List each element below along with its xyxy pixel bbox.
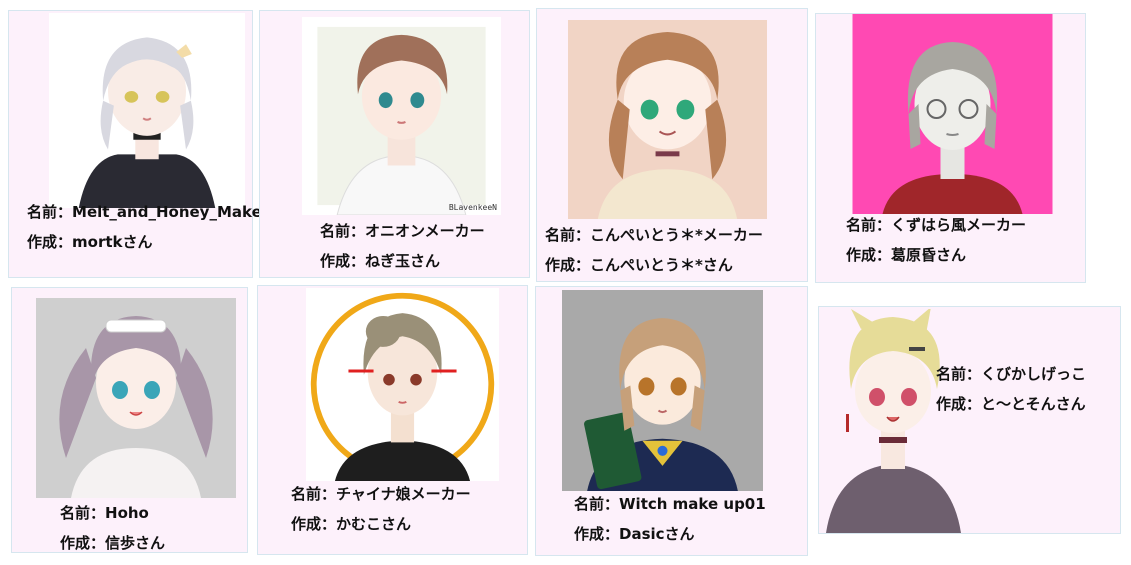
character-portrait: BLavenkeeN [302, 17, 501, 215]
maker-author: 作成：信歩さん [60, 534, 166, 552]
maker-card-7[interactable]: 名前：Witch make up01 作成：Dasicさん [535, 286, 808, 556]
maker-author: 作成：と～とそんさん [936, 395, 1086, 413]
maker-name: 名前：くずはら風メーカー [846, 216, 1027, 234]
maker-author: 作成：葛原昏さん [846, 246, 967, 264]
maker-card-1[interactable]: 名前：Melt_and_Honey_Maker 作成：mortkさん [8, 10, 269, 278]
character-portrait [821, 309, 966, 533]
maker-name: 名前：Melt_and_Honey_Maker [27, 203, 270, 221]
character-portrait [852, 14, 1053, 214]
maker-card-5[interactable]: 名前：Hoho 作成：信歩さん [11, 287, 248, 553]
maker-name: 名前：くびかしげっこ [936, 365, 1087, 383]
maker-author: 作成：かむこさん [291, 515, 412, 533]
maker-name: 名前：Hoho [60, 504, 149, 522]
maker-card-8[interactable]: 名前：くびかしげっこ 作成：と～とそんさん [818, 306, 1121, 534]
character-portrait [36, 298, 236, 498]
artist-signature: BLavenkeeN [448, 203, 497, 212]
maker-name: 名前：オニオンメーカー [320, 222, 485, 240]
maker-author: 作成：mortkさん [27, 233, 153, 251]
maker-author: 作成：ねぎ玉さん [320, 252, 441, 270]
character-portrait [306, 288, 499, 481]
maker-author: 作成：Dasicさん [574, 525, 695, 543]
maker-card-3[interactable]: 名前：こんぺいとう＊*メーカー 作成：こんぺいとう＊*さん [536, 8, 808, 282]
maker-card-2[interactable]: BLavenkeeN 名前：オニオンメーカー 作成：ねぎ玉さん [259, 10, 530, 278]
character-portrait [49, 13, 245, 208]
maker-author: 作成：こんぺいとう＊*さん [545, 256, 733, 274]
maker-name: 名前：こんぺいとう＊*メーカー [545, 226, 763, 244]
maker-name: 名前：チャイナ娘メーカー [291, 485, 471, 503]
character-portrait [562, 290, 763, 491]
character-portrait [568, 17, 767, 222]
maker-name: 名前：Witch make up01 [574, 495, 766, 513]
maker-card-6[interactable]: 名前：チャイナ娘メーカー 作成：かむこさん [257, 285, 528, 555]
maker-card-4[interactable]: 名前：くずはら風メーカー 作成：葛原昏さん [815, 13, 1086, 283]
